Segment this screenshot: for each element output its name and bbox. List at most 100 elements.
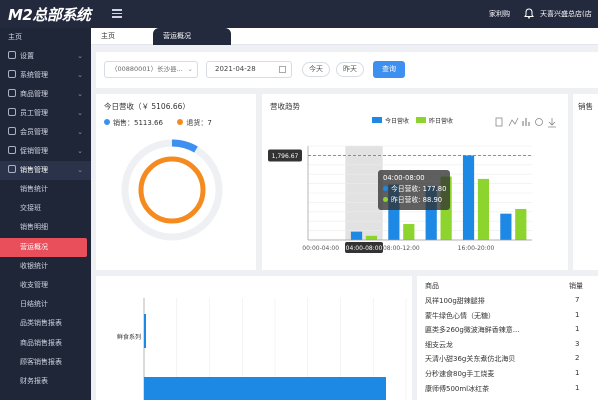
store-select-value: （00880001）长沙县... bbox=[111, 65, 183, 73]
table-row[interactable]: 天清小甜36g关东煮仿北海贝 2 bbox=[425, 354, 593, 368]
table-row[interactable]: 蒙牛绿色心情（无糖） 1 bbox=[425, 311, 593, 325]
yesterday-button[interactable]: 昨天 bbox=[336, 62, 364, 77]
sidebar-subitem-9[interactable]: 顾客销售报表 bbox=[0, 353, 91, 372]
promo-icon bbox=[8, 146, 16, 154]
chevron-down-icon: ⌄ bbox=[77, 71, 83, 79]
sidebar-subitem-5[interactable]: 收支管理 bbox=[0, 276, 91, 295]
chart-tooltip: 04:00-08:00 今日营收: 177.80 昨日营收: 88.90 bbox=[378, 170, 450, 210]
sidebar-subitem-2[interactable]: 销售明细 bbox=[0, 218, 91, 237]
sidebar-subitem-1[interactable]: 交接班 bbox=[0, 199, 91, 218]
pointer-value-label: 1,796.67 bbox=[272, 153, 299, 160]
today-dot-icon bbox=[383, 186, 388, 191]
restore-icon[interactable] bbox=[535, 118, 543, 126]
tab-operations-overview[interactable]: 营运概况 bbox=[153, 28, 231, 45]
product-name: 风祥100g甜辣腿排 bbox=[425, 297, 485, 305]
category-bar bbox=[144, 377, 386, 400]
store-select[interactable]: （00880001）长沙县... ⌄ bbox=[104, 61, 198, 78]
sidebar-group-4[interactable]: 会员管理 ⌄ bbox=[0, 123, 91, 142]
query-button[interactable]: 查询 bbox=[373, 61, 405, 78]
sidebar-group-1[interactable]: 系统管理 ⌄ bbox=[0, 66, 91, 85]
donut-sales-arc bbox=[171, 139, 198, 153]
sidebar-group-label: 员工管理 bbox=[20, 109, 48, 117]
legend-swatch-1 bbox=[416, 117, 426, 123]
sidebar-subitem-10[interactable]: 财务报表 bbox=[0, 372, 91, 391]
product-name: 蒙牛绿色心情（无糖） bbox=[425, 311, 495, 320]
bell-icon[interactable] bbox=[524, 8, 534, 19]
date-input[interactable]: 2021-04-28 bbox=[206, 61, 292, 78]
legend-label-0: 今日营收 bbox=[385, 117, 409, 125]
tooltip-yesterday: 昨日营收: 88.90 bbox=[391, 196, 443, 204]
sales-partial-card: 销售 bbox=[573, 94, 598, 270]
sales-partial-title: 销售 bbox=[578, 102, 593, 111]
bar-chart-icon[interactable] bbox=[522, 118, 530, 126]
bar-1-2 bbox=[403, 224, 415, 240]
table-header: 商品 销量 bbox=[425, 281, 593, 291]
sidebar-subitem-0[interactable]: 销售统计 bbox=[0, 180, 91, 199]
sidebar-subitem-6[interactable]: 日结统计 bbox=[0, 295, 91, 314]
axis-pointer-label: 04:00-08:00 bbox=[346, 245, 383, 252]
header-store-name[interactable]: 天喜兴盛总店(店 bbox=[540, 9, 592, 19]
member-icon bbox=[8, 127, 16, 135]
sidebar-subitem-8[interactable]: 商品销售报表 bbox=[0, 334, 91, 353]
product-sales-card: 商品 销量 风祥100g甜辣腿排 7 蒙牛绿色心情（无糖） 1 匾类多260g微波海鲜香… bbox=[417, 276, 598, 400]
top-header: M2总部系统 家利购 天喜兴盛总店(店 bbox=[0, 0, 598, 28]
data-view-icon[interactable] bbox=[495, 117, 503, 127]
sidebar-group-3[interactable]: 员工管理 ⌄ bbox=[0, 104, 91, 123]
yesterday-dot-icon bbox=[383, 197, 388, 202]
x-tick-label: 16:00-20:00 bbox=[458, 245, 495, 252]
header-user-link[interactable]: 家利购 bbox=[489, 9, 510, 19]
col-header-product: 商品 bbox=[425, 282, 439, 290]
app-window: M2总部系统 家利购 天喜兴盛总店(店 主页 设置 ⌄ 系统管理 ⌄ 商品管理 ⌄ 员工管理… bbox=[0, 0, 598, 400]
table-row[interactable]: 匾类多260g微波海鲜香辣意... 1 bbox=[425, 325, 593, 339]
sidebar-subitem-4[interactable]: 收银统计 bbox=[0, 257, 91, 276]
sidebar-group-label: 设置 bbox=[20, 52, 34, 60]
product-qty: 1 bbox=[575, 383, 580, 392]
table-row[interactable]: 风祥100g甜辣腿排 7 bbox=[425, 296, 593, 310]
sidebar-group-6[interactable]: 销售管理 ⌄ bbox=[0, 161, 91, 180]
tooltip-time: 04:00-08:00 bbox=[383, 174, 425, 182]
donut-refund-ring bbox=[138, 156, 206, 224]
legend-label-1: 昨日营收 bbox=[429, 117, 453, 125]
table-row[interactable]: 分秒速食80g手工烧麦 1 bbox=[425, 369, 593, 383]
bar-1-4 bbox=[477, 178, 490, 240]
product-qty: 3 bbox=[575, 339, 580, 348]
today-button[interactable]: 今天 bbox=[302, 62, 330, 77]
product-qty: 2 bbox=[575, 354, 580, 363]
line-chart-icon[interactable] bbox=[508, 117, 519, 127]
tooltip-today: 今日营收: 177.80 bbox=[391, 185, 447, 193]
sidebar: 主页 设置 ⌄ 系统管理 ⌄ 商品管理 ⌄ 员工管理 ⌄ 会员管理 ⌄ 促销管理 ⌄ 销售管理 ⌄ 销售统… bbox=[0, 28, 91, 400]
chevron-down-icon: ⌄ bbox=[77, 109, 83, 117]
menu-toggle-icon[interactable] bbox=[112, 9, 122, 18]
today-revenue-card: 今日营收（￥ 5106.66） 销售：5113.66 退货：7 bbox=[96, 94, 256, 270]
filter-bar: （00880001）长沙县... ⌄ 2021-04-28 今天 昨天 查询 bbox=[96, 52, 598, 88]
revenue-trend-card: 营收趋势 00:00-04:00 08:00-12:00 16:00-20:00 今… bbox=[262, 94, 568, 270]
table-row[interactable]: 细支云龙 3 bbox=[425, 340, 593, 354]
sidebar-group-0[interactable]: 设置 ⌄ bbox=[0, 47, 91, 66]
table-row[interactable]: 康师傅500ml冰红茶 1 bbox=[425, 384, 593, 398]
sidebar-subitem-7[interactable]: 品类销售报表 bbox=[0, 314, 91, 333]
tab-bar: 主页 营运概况 bbox=[91, 28, 598, 45]
sidebar-group-5[interactable]: 促销管理 ⌄ bbox=[0, 142, 91, 161]
tab-home[interactable]: 主页 bbox=[91, 28, 153, 45]
chevron-down-icon: ⌄ bbox=[77, 52, 83, 60]
app-logo: M2总部系统 bbox=[8, 6, 91, 24]
category-label: 鲜食系列 bbox=[117, 333, 141, 341]
sidebar-item-home[interactable]: 主页 bbox=[0, 28, 91, 47]
sales-icon bbox=[8, 165, 16, 173]
legend-swatch-0 bbox=[372, 117, 382, 123]
col-header-qty: 销量 bbox=[569, 282, 583, 290]
product-qty: 1 bbox=[575, 310, 580, 319]
sidebar-subitem-3[interactable]: 营运概况 bbox=[0, 237, 87, 257]
grid-icon bbox=[8, 70, 16, 78]
sidebar-group-label: 促销管理 bbox=[20, 147, 48, 155]
date-value: 2021-04-28 bbox=[215, 65, 256, 73]
sidebar-group-label: 销售管理 bbox=[20, 166, 48, 174]
bar-0-4 bbox=[462, 155, 475, 240]
product-qty: 1 bbox=[575, 369, 580, 377]
sidebar-group-2[interactable]: 商品管理 ⌄ bbox=[0, 85, 91, 104]
download-icon[interactable] bbox=[548, 118, 556, 128]
chevron-down-icon: ⌄ bbox=[77, 147, 83, 155]
chevron-down-icon: ⌄ bbox=[187, 65, 193, 73]
product-name: 康师傅500ml冰红茶 bbox=[425, 384, 490, 393]
bar-marker bbox=[144, 314, 146, 348]
